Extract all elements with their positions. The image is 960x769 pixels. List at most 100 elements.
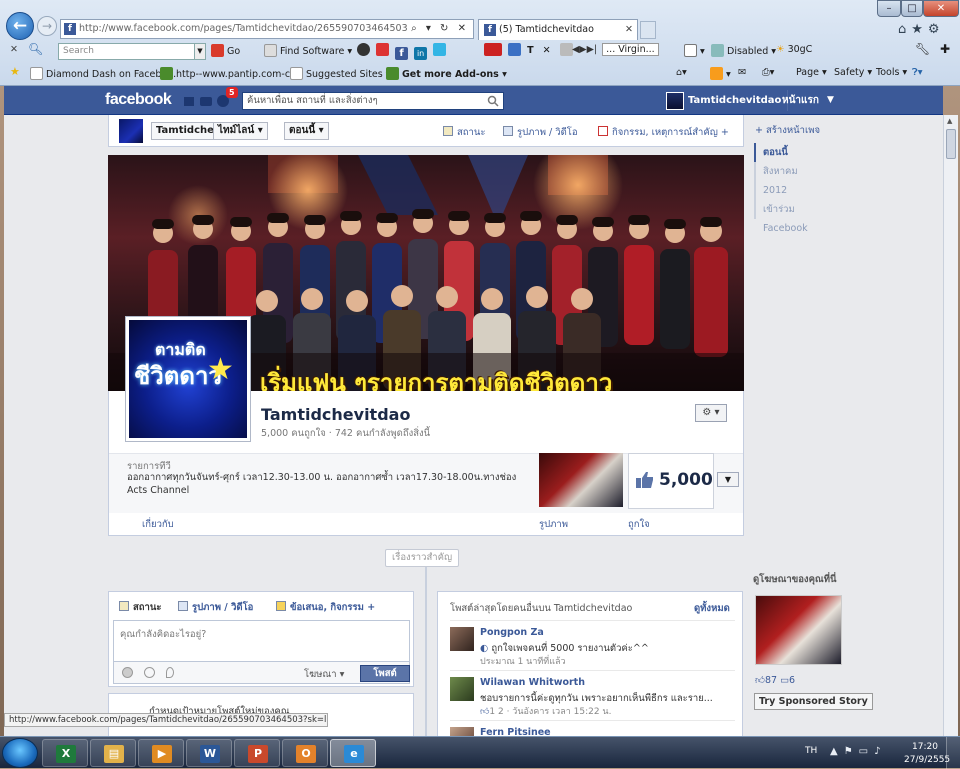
wrench-icon[interactable]: 🔧︎ — [915, 42, 930, 56]
toolbar-addon-icons[interactable]: f in — [357, 43, 449, 60]
likes-dropdown-icon[interactable]: ▼ — [717, 472, 739, 487]
account-caret-icon[interactable]: ▼ — [827, 90, 834, 111]
photos-link[interactable]: รูปภาพ — [539, 517, 568, 532]
excel-taskbar-icon[interactable]: X — [42, 739, 88, 767]
tab-close-icon[interactable]: ✕ — [625, 20, 633, 40]
home-favorites-tools-icons[interactable]: ⌂★⚙ — [898, 22, 945, 37]
new-tab-button[interactable] — [640, 21, 656, 39]
ad-image[interactable] — [755, 595, 842, 665]
read-mail-icon[interactable]: ✉ — [738, 67, 746, 78]
post-author[interactable]: Pongpon Za — [480, 627, 544, 638]
notification-count-badge[interactable]: 5 — [226, 87, 238, 98]
explorer-taskbar-icon[interactable]: ▤ — [90, 739, 136, 767]
minimize-button[interactable]: – — [877, 0, 901, 17]
back-arrow-icon[interactable]: ← — [6, 12, 34, 40]
now-dropdown[interactable]: ตอนนี้ ▾ — [284, 122, 329, 140]
status-action[interactable]: สถานะ — [443, 125, 485, 140]
profile-picture[interactable]: ตามติด ชีวิตดาว ★ — [125, 316, 251, 442]
find-software-button[interactable]: Find Software ▾ — [264, 44, 352, 57]
avatar[interactable] — [450, 677, 474, 701]
composer-tab-status[interactable]: สถานะ — [119, 600, 161, 615]
page-thumbnail[interactable] — [119, 119, 143, 143]
toolbar-search-input[interactable]: Search — [58, 43, 206, 60]
favorite-pantip[interactable]: http--www.pantip.com-c... — [160, 67, 299, 80]
word-taskbar-icon[interactable]: W — [186, 739, 232, 767]
clock-date[interactable]: 27/9/2555 — [904, 755, 950, 765]
year-2012[interactable]: 2012 — [756, 181, 834, 200]
clock-time[interactable]: 17:20 — [912, 742, 938, 752]
toolbar-close-icon[interactable]: ✕ — [10, 44, 18, 55]
clock-icon[interactable] — [122, 667, 133, 678]
favorite-get-addons[interactable]: Get more Add-ons ▾ — [386, 67, 507, 80]
audience-selector[interactable]: โฆษณา ▾ — [304, 667, 344, 682]
photos-thumbnail[interactable] — [539, 453, 623, 507]
gear-dropdown-button[interactable]: ⚙ ▾ — [695, 404, 727, 422]
add-icon[interactable]: ✚ — [940, 42, 950, 56]
favorite-diamond-dash[interactable]: Diamond Dash on Facebo... — [30, 67, 176, 80]
favorites-star-icon[interactable]: ★ — [10, 65, 20, 78]
powerpoint-taskbar-icon[interactable]: P — [234, 739, 280, 767]
facebook-search-input[interactable]: ค้นหาเพื่อน สถานที่ และสิ่งต่างๆ — [242, 92, 504, 110]
weather-widget[interactable]: ☀ 30gC — [776, 44, 812, 55]
composer-tab-photo[interactable]: รูปภาพ / วิดีโอ — [178, 600, 253, 615]
highlights-pill[interactable]: เรื่องราวสำคัญ — [385, 549, 460, 567]
page-title[interactable]: Tamtidchevitdao — [261, 405, 410, 424]
ads-title[interactable]: ดูโฆษณาของคุณที่นี่ — [753, 572, 837, 587]
avatar[interactable] — [450, 727, 474, 736]
toolbar-misc-icons[interactable]: T ✕ — [484, 43, 576, 56]
address-buttons[interactable]: ⌕ ▾ ↻ ✕ — [411, 20, 469, 38]
home-command-icon[interactable]: ⌂▾ — [676, 67, 687, 78]
safety-menu[interactable]: Safety ▾ — [834, 67, 872, 78]
likes-box[interactable]: 5,000 — [628, 453, 714, 509]
year-now[interactable]: ตอนนี้ — [754, 143, 834, 162]
search-icon[interactable] — [487, 95, 499, 107]
timeline-dropdown[interactable]: ไทม์ไลน์ ▾ — [213, 122, 268, 140]
popup-blocker-button[interactable]: Disabled ▾ — [711, 44, 776, 57]
show-desktop-button[interactable] — [946, 737, 960, 769]
vertical-scrollbar[interactable]: ▲ — [943, 115, 958, 736]
facebook-logo[interactable]: facebook — [105, 91, 172, 109]
likes-link[interactable]: ถูกใจ — [628, 517, 650, 532]
composer-tab-offer[interactable]: ข้อเสนอ, กิจกรรม + — [276, 600, 375, 615]
event-milestone-action[interactable]: กิจกรรม, เหตุการณ์สำคัญ + — [598, 125, 729, 140]
media-player-taskbar-icon[interactable]: ▶ — [138, 739, 184, 767]
target-icon[interactable] — [144, 667, 155, 678]
search-magnifier-icon[interactable]: 🔍︎ — [28, 42, 43, 56]
maximize-button[interactable]: □ — [901, 0, 923, 17]
close-button[interactable]: ✕ — [923, 0, 959, 17]
browser-tab[interactable]: f (5) Tamtidchevitdao ✕ — [478, 19, 638, 40]
forward-arrow-icon[interactable]: → — [37, 16, 57, 36]
scrollbar-thumb[interactable] — [946, 129, 956, 159]
tray-icons[interactable]: ▲⚑▭♪ — [830, 746, 887, 757]
post-button[interactable]: โพสต์ — [360, 665, 410, 682]
go-button[interactable]: Go — [211, 44, 240, 57]
language-indicator[interactable]: TH — [805, 746, 817, 756]
about-link[interactable]: เกี่ยวกับ — [142, 517, 174, 532]
year-august[interactable]: สิงหาคม — [756, 162, 834, 181]
create-page-link[interactable]: + สร้างหน้าเพจ — [755, 123, 820, 138]
year-joined[interactable]: เข้าร่วม Facebook — [756, 200, 834, 234]
home-link[interactable]: หน้าแรก — [782, 90, 819, 111]
photo-video-action[interactable]: รูปภาพ / วิดีโอ — [503, 125, 578, 140]
feeds-icon[interactable]: ▾ — [710, 67, 731, 80]
tools-menu[interactable]: Tools ▾ — [876, 67, 907, 78]
scroll-up-icon[interactable]: ▲ — [947, 117, 952, 125]
outlook-taskbar-icon[interactable]: O — [282, 739, 328, 767]
start-button[interactable] — [2, 738, 38, 768]
page-menu[interactable]: Page ▾ — [796, 67, 827, 78]
location-pin-icon[interactable] — [166, 667, 174, 678]
mail-icon[interactable]: ▾ — [684, 44, 705, 57]
user-profile-link[interactable]: Tamtidchevitdao — [666, 90, 789, 111]
post-author[interactable]: Wilawan Whitworth — [480, 677, 585, 688]
internet-explorer-taskbar-icon[interactable]: e — [330, 739, 376, 767]
composer-input[interactable]: คุณกำลังคิดอะไรอยู่? — [113, 620, 410, 662]
avatar[interactable] — [450, 627, 474, 651]
favorite-suggested-sites[interactable]: Suggested Sites ▾ — [290, 67, 391, 80]
post-meta[interactable]: 👍︎1 2 · วันอังคาร เวลา 15:22 น. — [480, 704, 611, 718]
try-sponsored-story-button[interactable]: Try Sponsored Story — [754, 693, 873, 710]
address-bar[interactable]: f http://www.facebook.com/pages/Tamtidch… — [60, 19, 474, 39]
see-all-link[interactable]: ดูทั้งหมด — [694, 601, 730, 616]
print-command-icon[interactable]: ⎙▾ — [762, 67, 774, 78]
post-author[interactable]: Fern Pitsinee — [480, 727, 551, 736]
search-dropdown-icon[interactable]: ▼ — [194, 43, 206, 60]
